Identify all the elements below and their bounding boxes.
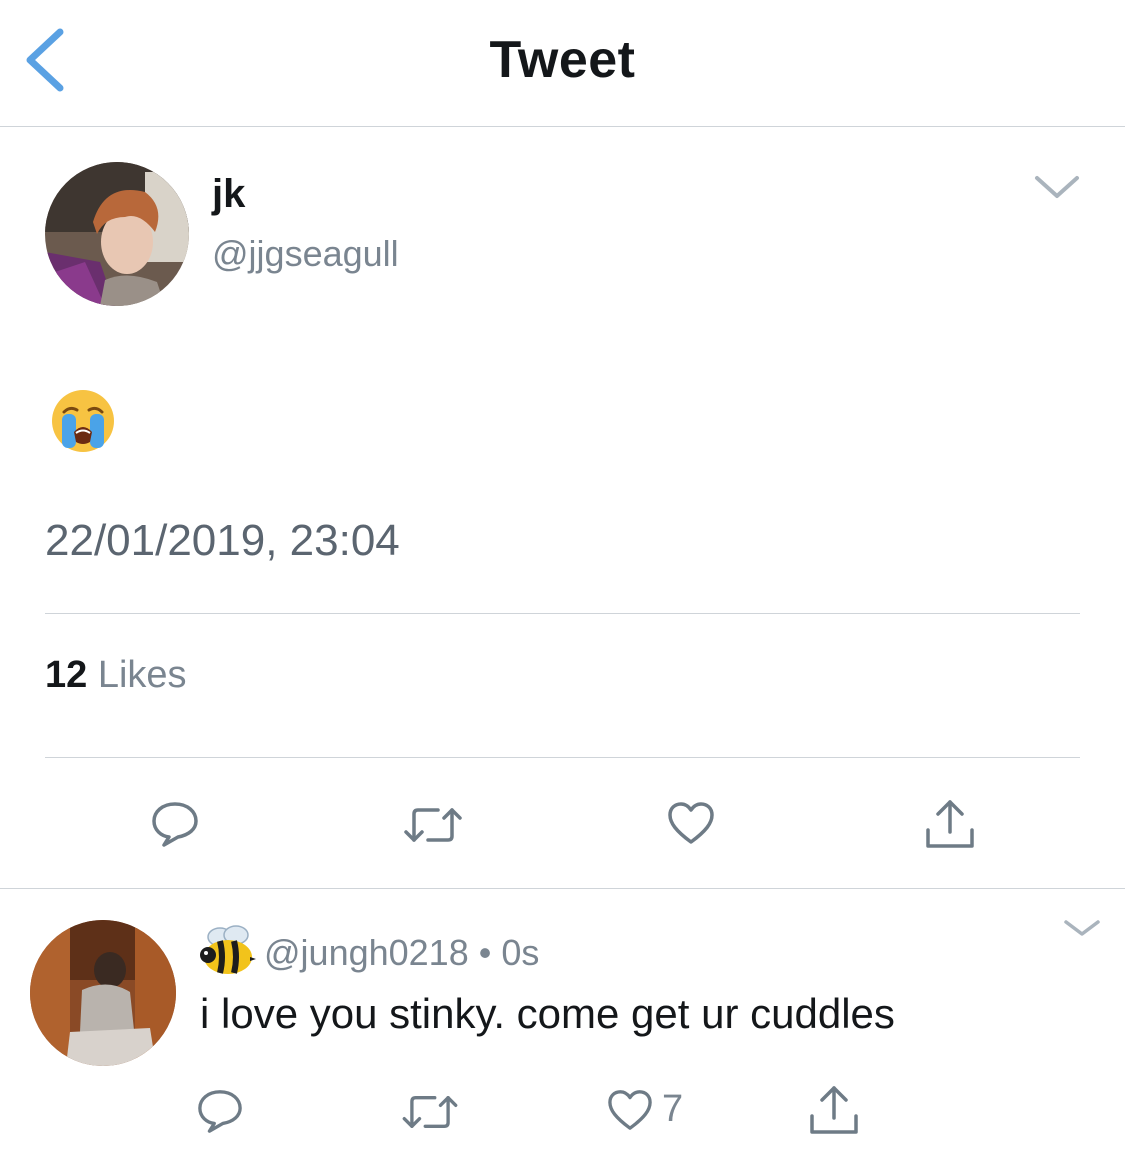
retweet-icon[interactable] <box>400 1092 460 1132</box>
stats-divider-top <box>45 613 1080 614</box>
retweet-icon[interactable] <box>402 804 464 846</box>
reply-time: 0s <box>501 932 540 973</box>
chevron-down-icon[interactable] <box>1033 172 1081 202</box>
avatar[interactable] <box>45 162 189 306</box>
tweet-timestamp[interactable]: 22/01/2019, 23:04 <box>45 516 400 566</box>
reply-avatar[interactable] <box>30 920 176 1066</box>
page-title: Tweet <box>489 31 636 89</box>
loudly-crying-face-icon <box>52 390 114 452</box>
likes-stat[interactable]: 12 Likes <box>45 654 187 697</box>
header-divider <box>0 126 1125 127</box>
likes-label: Likes <box>97 654 187 696</box>
bee-icon <box>200 925 256 974</box>
reply-divider <box>0 888 1125 889</box>
user-handle[interactable]: @jjgseagull <box>212 233 399 275</box>
likes-count: 12 <box>45 654 88 696</box>
reply-handle-line[interactable]: @jungh0218 • 0s <box>264 932 539 974</box>
reply-like-count: 7 <box>662 1088 684 1130</box>
share-icon[interactable] <box>808 1082 860 1136</box>
stats-divider-bottom <box>45 757 1080 758</box>
reply-text: i love you stinky. come get ur cuddles <box>200 990 895 1037</box>
reply-icon[interactable] <box>150 800 200 848</box>
share-icon[interactable] <box>924 796 976 850</box>
like-icon[interactable] <box>606 1088 654 1132</box>
separator-dot: • <box>478 932 492 973</box>
like-icon[interactable] <box>666 800 716 846</box>
reply-handle: @jungh0218 <box>264 932 469 973</box>
reply-icon[interactable] <box>196 1088 244 1134</box>
chevron-down-icon[interactable] <box>1062 917 1102 939</box>
display-name[interactable]: jk <box>212 172 245 217</box>
